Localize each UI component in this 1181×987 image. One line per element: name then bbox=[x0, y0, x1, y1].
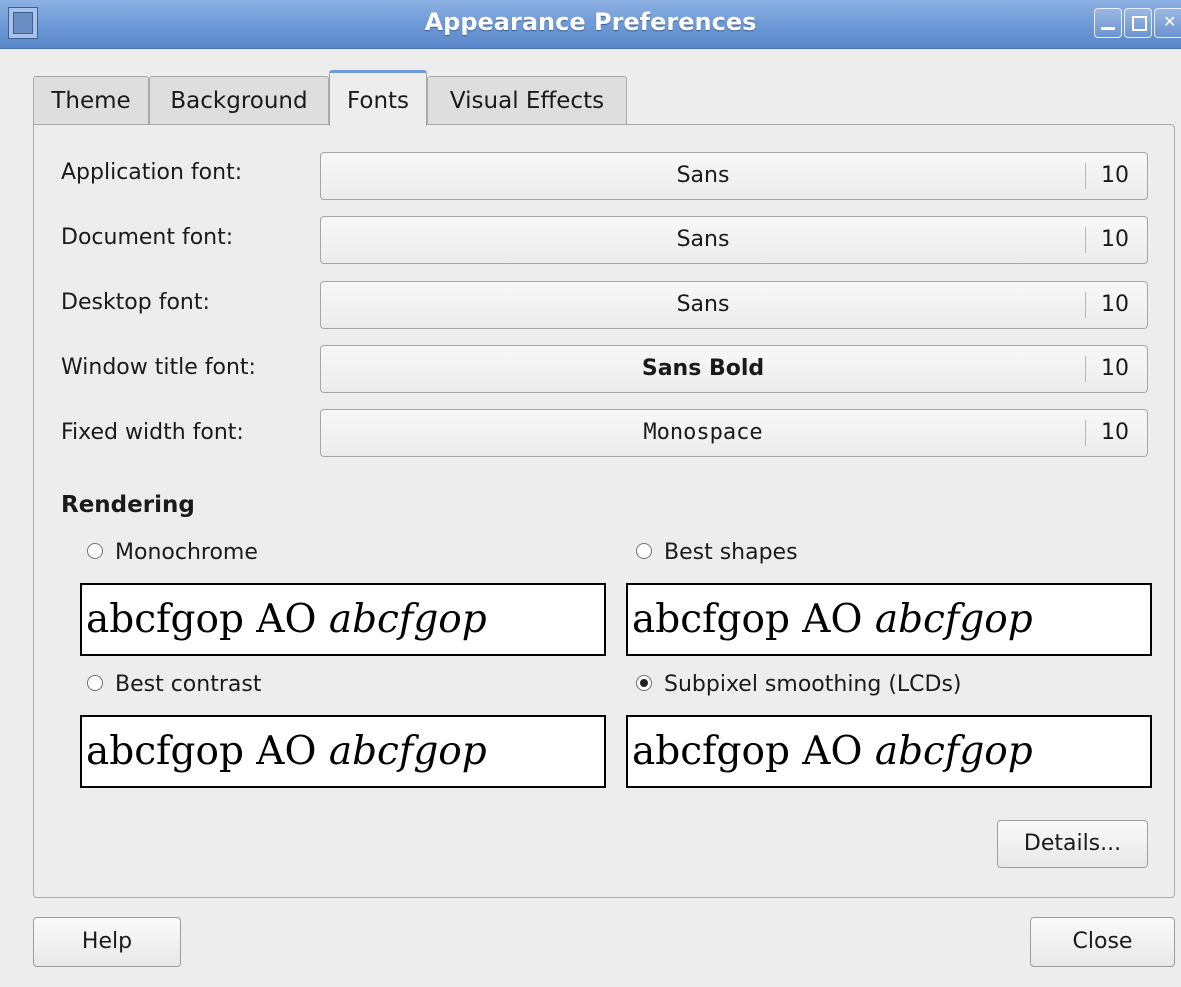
font-name: Sans Bold bbox=[641, 356, 765, 381]
best-contrast-option[interactable]: Best contrast bbox=[87, 670, 261, 700]
minimize-icon[interactable] bbox=[1094, 8, 1122, 38]
radio-button[interactable] bbox=[636, 543, 652, 559]
subpixel-smoothing-preview[interactable]: abcfgop AO abcfgop bbox=[626, 715, 1152, 788]
fixed-width-font-button[interactable]: Monospace 10 bbox=[320, 409, 1148, 457]
rendering-heading: Rendering bbox=[61, 492, 195, 518]
option-label: Best shapes bbox=[664, 540, 798, 565]
font-size: 10 bbox=[1101, 420, 1129, 445]
sample-roman: abcfgop AO bbox=[86, 729, 329, 774]
best-shapes-preview[interactable]: abcfgop AO abcfgop bbox=[626, 583, 1152, 656]
sample-roman: abcfgop AO bbox=[632, 729, 875, 774]
maximize-icon[interactable] bbox=[1124, 8, 1152, 38]
separator bbox=[1085, 356, 1086, 382]
window-title: Appearance Preferences bbox=[424, 8, 757, 36]
separator bbox=[1085, 420, 1086, 446]
radio-button-checked[interactable] bbox=[636, 675, 652, 691]
subpixel-smoothing-option[interactable]: Subpixel smoothing (LCDs) bbox=[636, 670, 962, 700]
window-title-font-label: Window title font: bbox=[61, 355, 256, 380]
font-size: 10 bbox=[1101, 163, 1129, 188]
sample-italic: abcfgop bbox=[328, 729, 487, 774]
tab-background[interactable]: Background bbox=[149, 76, 329, 124]
sample-italic: abcfgop bbox=[874, 729, 1033, 774]
application-font-button[interactable]: Sans 10 bbox=[320, 152, 1148, 200]
sample-italic: abcfgop bbox=[874, 597, 1033, 642]
tab-fonts[interactable]: Fonts bbox=[329, 70, 427, 126]
application-font-label: Application font: bbox=[61, 160, 243, 185]
separator bbox=[1085, 292, 1086, 318]
fixed-width-font-label: Fixed width font: bbox=[61, 420, 244, 445]
desktop-font-label: Desktop font: bbox=[61, 290, 210, 315]
details-button[interactable]: Details... bbox=[997, 820, 1148, 868]
window-title-font-button[interactable]: Sans Bold 10 bbox=[320, 345, 1148, 393]
best-shapes-option[interactable]: Best shapes bbox=[636, 538, 798, 568]
appearance-preferences-window: Appearance Preferences Theme Background … bbox=[0, 0, 1181, 987]
sample-roman: abcfgop AO bbox=[86, 597, 329, 642]
font-name: Sans bbox=[676, 227, 730, 252]
title-bar[interactable]: Appearance Preferences bbox=[0, 0, 1181, 49]
sample-roman: abcfgop AO bbox=[632, 597, 875, 642]
desktop-font-button[interactable]: Sans 10 bbox=[320, 281, 1148, 329]
best-contrast-preview[interactable]: abcfgop AO abcfgop bbox=[80, 715, 606, 788]
font-size: 10 bbox=[1101, 292, 1129, 317]
option-label: Best contrast bbox=[115, 672, 262, 697]
monochrome-option[interactable]: Monochrome bbox=[87, 538, 258, 568]
tab-visual-effects[interactable]: Visual Effects bbox=[427, 76, 627, 124]
document-font-label: Document font: bbox=[61, 225, 234, 250]
monochrome-preview[interactable]: abcfgop AO abcfgop bbox=[80, 583, 606, 656]
separator bbox=[1085, 163, 1086, 189]
close-button[interactable]: Close bbox=[1030, 917, 1175, 967]
sample-italic: abcfgop bbox=[328, 597, 487, 642]
option-label: Subpixel smoothing (LCDs) bbox=[664, 672, 962, 697]
radio-button[interactable] bbox=[87, 543, 103, 559]
close-icon[interactable] bbox=[1154, 8, 1181, 38]
font-size: 10 bbox=[1101, 356, 1129, 381]
option-label: Monochrome bbox=[115, 540, 258, 565]
font-name: Sans bbox=[676, 292, 730, 317]
font-size: 10 bbox=[1101, 227, 1129, 252]
document-font-button[interactable]: Sans 10 bbox=[320, 216, 1148, 264]
radio-button[interactable] bbox=[87, 675, 103, 691]
font-name: Monospace bbox=[643, 420, 763, 445]
tab-theme[interactable]: Theme bbox=[33, 76, 149, 124]
separator bbox=[1085, 227, 1086, 253]
font-name: Sans bbox=[676, 163, 730, 188]
help-button[interactable]: Help bbox=[33, 917, 181, 967]
